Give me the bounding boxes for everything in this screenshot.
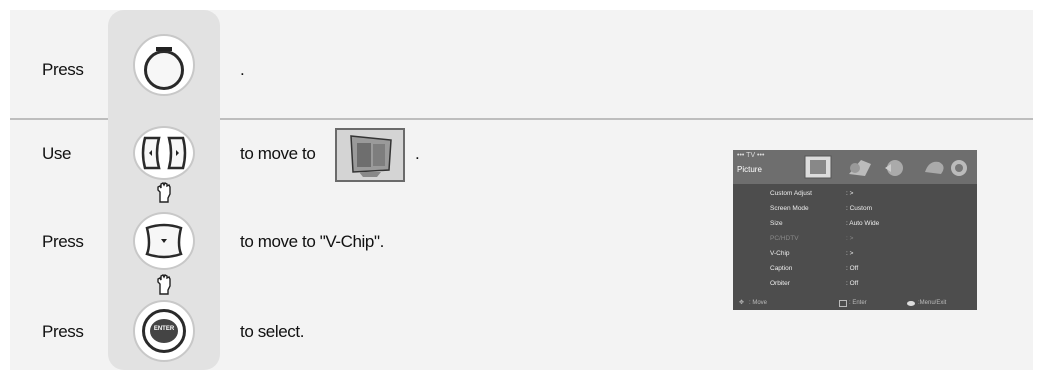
osd-row-value: : > <box>846 235 854 242</box>
tv-menu-screenshot: ••• TV ••• Picture Custom Adjust : > Scr… <box>733 150 977 310</box>
osd-footer-enter: : Enter <box>849 300 867 306</box>
osd-row-label: V-Chip <box>770 250 790 257</box>
step4-text: to select. <box>240 322 305 341</box>
hand-pointer-icon <box>154 182 174 204</box>
osd-footer-move: : Move <box>749 300 768 306</box>
step1-word: Press <box>42 60 84 79</box>
osd-row-label: Screen Mode <box>770 205 809 212</box>
enter-label: ENTER <box>153 326 175 332</box>
osd-row-value: : > <box>846 250 854 257</box>
hand-pointer-icon-2 <box>154 274 174 296</box>
step2-suffix: . <box>415 144 420 163</box>
osd-row-value: : Off <box>846 265 859 272</box>
step4-word: Press <box>42 322 84 341</box>
osd-row-label: Size <box>770 220 783 227</box>
move-arrows-icon: ✥ <box>739 300 745 306</box>
osd-footer: ✥ : Move : Enter :Menu/Exit <box>733 298 977 310</box>
menu-button-icon <box>133 34 195 96</box>
step2-word: Use <box>42 144 72 163</box>
osd-row-label: Custom Adjust <box>770 190 812 197</box>
menu-tag <box>156 47 172 51</box>
down-button-icon <box>133 212 195 270</box>
step2-text: to move to <box>240 144 316 163</box>
osd-row-value: : Auto Wide <box>846 220 880 227</box>
step3-word: Press <box>42 232 84 251</box>
osd-menu-icons <box>804 155 967 179</box>
osd-source: ••• TV ••• <box>737 152 765 159</box>
osd-row-label: Caption <box>770 265 793 272</box>
picture-menu-icon <box>335 128 405 182</box>
osd-row-value: : Off <box>846 280 859 287</box>
step3-text: to move to "V-Chip". <box>240 232 384 251</box>
step1-suffix: . <box>240 60 245 79</box>
left-right-button-icon <box>133 126 195 180</box>
osd-row-value: : Custom <box>846 205 873 212</box>
enter-button-icon: ENTER <box>133 300 195 362</box>
osd-row-label: Orbiter <box>770 280 790 287</box>
osd-category: Picture <box>737 165 762 174</box>
osd-row-label: PC/HDTV <box>770 235 799 242</box>
osd-row-value: : > <box>846 190 854 197</box>
menu-oval-icon <box>907 301 915 306</box>
osd-footer-exit: :Menu/Exit <box>918 300 947 306</box>
enter-square-icon <box>839 300 847 307</box>
